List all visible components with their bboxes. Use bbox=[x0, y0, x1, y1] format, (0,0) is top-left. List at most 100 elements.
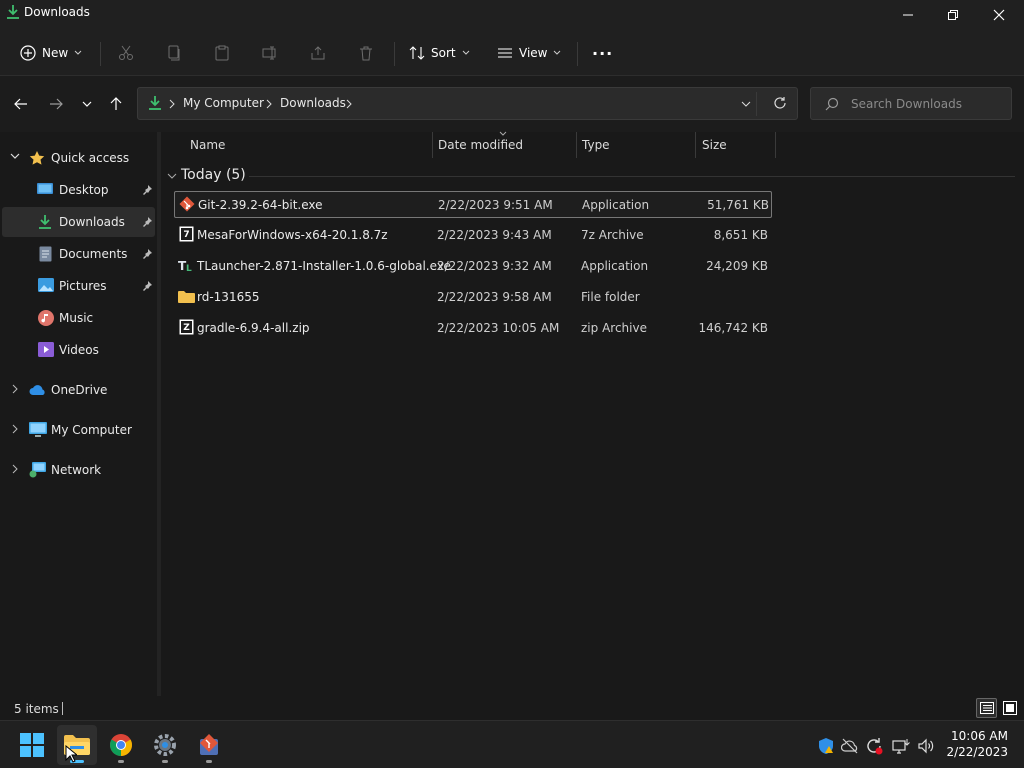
sidebar-item-music[interactable]: Music bbox=[2, 303, 155, 333]
delete-button[interactable] bbox=[358, 38, 374, 68]
new-label: New bbox=[42, 46, 69, 60]
sync-error-icon[interactable] bbox=[865, 737, 883, 755]
sidebar-item-videos[interactable]: Videos bbox=[2, 335, 155, 365]
column-header-date[interactable]: Date modified bbox=[438, 138, 523, 158]
title-bar: Downloads bbox=[0, 0, 1024, 30]
table-row[interactable]: 7 MesaForWindows-x64-20.1.8.7z 2/22/2023… bbox=[174, 222, 772, 249]
cloud-icon bbox=[29, 384, 47, 396]
sidebar-item-quick-access[interactable]: Quick access bbox=[2, 143, 155, 173]
copy-button[interactable] bbox=[166, 38, 182, 68]
sidebar-item-pictures[interactable]: Pictures bbox=[2, 271, 155, 301]
divider bbox=[62, 702, 63, 715]
column-divider[interactable] bbox=[576, 132, 577, 158]
cut-button[interactable] bbox=[118, 38, 134, 68]
sidebar-item-documents[interactable]: Documents bbox=[2, 239, 155, 269]
column-divider[interactable] bbox=[432, 132, 433, 158]
chevron-right-icon[interactable] bbox=[12, 424, 18, 434]
sidebar-item-downloads[interactable]: Downloads bbox=[2, 207, 155, 237]
up-button[interactable] bbox=[103, 92, 129, 116]
table-row[interactable]: Git-2.39.2-64-bit.exe 2/22/2023 9:51 AM … bbox=[174, 191, 772, 218]
file-name: rd-131655 bbox=[197, 290, 260, 304]
download-icon bbox=[6, 4, 20, 20]
restore-button[interactable] bbox=[930, 0, 976, 30]
running-indicator bbox=[118, 760, 124, 763]
chevron-right-icon[interactable] bbox=[12, 384, 18, 394]
file-type: Application bbox=[581, 259, 649, 273]
column-divider[interactable] bbox=[775, 132, 776, 158]
pin-icon[interactable] bbox=[142, 248, 153, 259]
divider bbox=[100, 42, 101, 66]
taskbar-git-installer[interactable] bbox=[189, 725, 229, 765]
rename-button[interactable] bbox=[262, 38, 278, 68]
table-row[interactable]: Z gradle-6.9.4-all.zip 2/22/2023 10:05 A… bbox=[174, 315, 772, 342]
file-type: File folder bbox=[581, 290, 640, 304]
gear-icon bbox=[153, 733, 177, 757]
sort-label: Sort bbox=[431, 46, 456, 60]
view-button[interactable]: View bbox=[497, 38, 561, 68]
sidebar-item-network[interactable]: Network bbox=[2, 455, 155, 485]
thumbnail-view-button[interactable] bbox=[1000, 698, 1020, 718]
file-name: gradle-6.9.4-all.zip bbox=[197, 321, 310, 335]
svg-text:7: 7 bbox=[183, 230, 189, 240]
network-status-icon[interactable] bbox=[892, 737, 910, 755]
more-options-button[interactable]: ··· bbox=[592, 38, 613, 68]
sort-indicator-icon bbox=[499, 131, 507, 136]
pin-icon[interactable] bbox=[142, 280, 153, 291]
taskbar-chrome[interactable] bbox=[101, 725, 141, 765]
paste-button[interactable] bbox=[214, 38, 230, 68]
group-divider bbox=[249, 176, 1015, 177]
recent-locations-button[interactable] bbox=[74, 92, 100, 116]
search-input[interactable] bbox=[851, 95, 1001, 113]
column-header-size[interactable]: Size bbox=[702, 138, 727, 158]
chevron-down-icon[interactable] bbox=[10, 153, 20, 159]
sidebar-item-desktop[interactable]: Desktop bbox=[2, 175, 155, 205]
table-row[interactable]: rd-131655 2/22/2023 9:58 AM File folder bbox=[174, 284, 772, 311]
column-header-name[interactable]: Name bbox=[190, 138, 225, 158]
minimize-button[interactable] bbox=[885, 0, 931, 30]
address-history-dropdown[interactable] bbox=[741, 101, 751, 107]
sidebar-item-label: Desktop bbox=[59, 183, 109, 197]
windows-logo-icon bbox=[20, 733, 44, 757]
chrome-icon bbox=[109, 733, 133, 757]
details-view-button[interactable] bbox=[976, 698, 997, 718]
taskbar-settings[interactable] bbox=[145, 725, 185, 765]
new-button[interactable]: New bbox=[20, 38, 82, 68]
chevron-right-icon[interactable] bbox=[346, 99, 352, 109]
sidebar-item-label: Pictures bbox=[59, 279, 107, 293]
sort-icon bbox=[409, 45, 425, 61]
table-row[interactable]: TL TLauncher-2.871-Installer-1.0.6-globa… bbox=[174, 253, 772, 280]
volume-icon[interactable] bbox=[917, 737, 935, 755]
chevron-down-icon bbox=[462, 50, 470, 56]
breadcrumb-downloads[interactable]: Downloads bbox=[280, 96, 346, 110]
start-button[interactable] bbox=[12, 725, 52, 765]
breadcrumb-my-computer[interactable]: My Computer bbox=[183, 96, 264, 110]
back-button[interactable] bbox=[8, 92, 34, 116]
address-bar[interactable]: My Computer Downloads bbox=[137, 87, 798, 120]
taskbar-file-explorer[interactable] bbox=[57, 725, 97, 765]
divider bbox=[394, 42, 395, 66]
chevron-right-icon[interactable] bbox=[169, 99, 175, 109]
file-name: MesaForWindows-x64-20.1.8.7z bbox=[197, 228, 388, 242]
sidebar-item-my-computer[interactable]: My Computer bbox=[2, 415, 155, 445]
onedrive-offline-icon[interactable] bbox=[841, 737, 859, 755]
close-button[interactable] bbox=[976, 0, 1022, 30]
sidebar-item-onedrive[interactable]: OneDrive bbox=[2, 375, 155, 405]
file-date: 2/22/2023 9:32 AM bbox=[437, 259, 552, 273]
sidebar-item-label: Downloads bbox=[59, 215, 125, 229]
file-type: Application bbox=[582, 198, 650, 212]
pin-icon[interactable] bbox=[142, 184, 153, 195]
search-box[interactable] bbox=[810, 87, 1012, 120]
column-divider[interactable] bbox=[695, 132, 696, 158]
security-shield-icon[interactable] bbox=[817, 737, 835, 755]
pin-icon[interactable] bbox=[142, 216, 153, 227]
chevron-right-icon[interactable] bbox=[266, 99, 272, 109]
chevron-right-icon[interactable] bbox=[12, 464, 18, 474]
share-button[interactable] bbox=[310, 38, 326, 68]
sort-button[interactable]: Sort bbox=[409, 38, 470, 68]
download-icon bbox=[148, 95, 162, 111]
column-header-type[interactable]: Type bbox=[582, 138, 610, 158]
refresh-icon[interactable] bbox=[773, 96, 787, 110]
item-count: 5 items bbox=[14, 702, 59, 716]
forward-button[interactable] bbox=[43, 92, 69, 116]
clock[interactable]: 10:06 AM 2/22/2023 bbox=[940, 727, 1016, 763]
